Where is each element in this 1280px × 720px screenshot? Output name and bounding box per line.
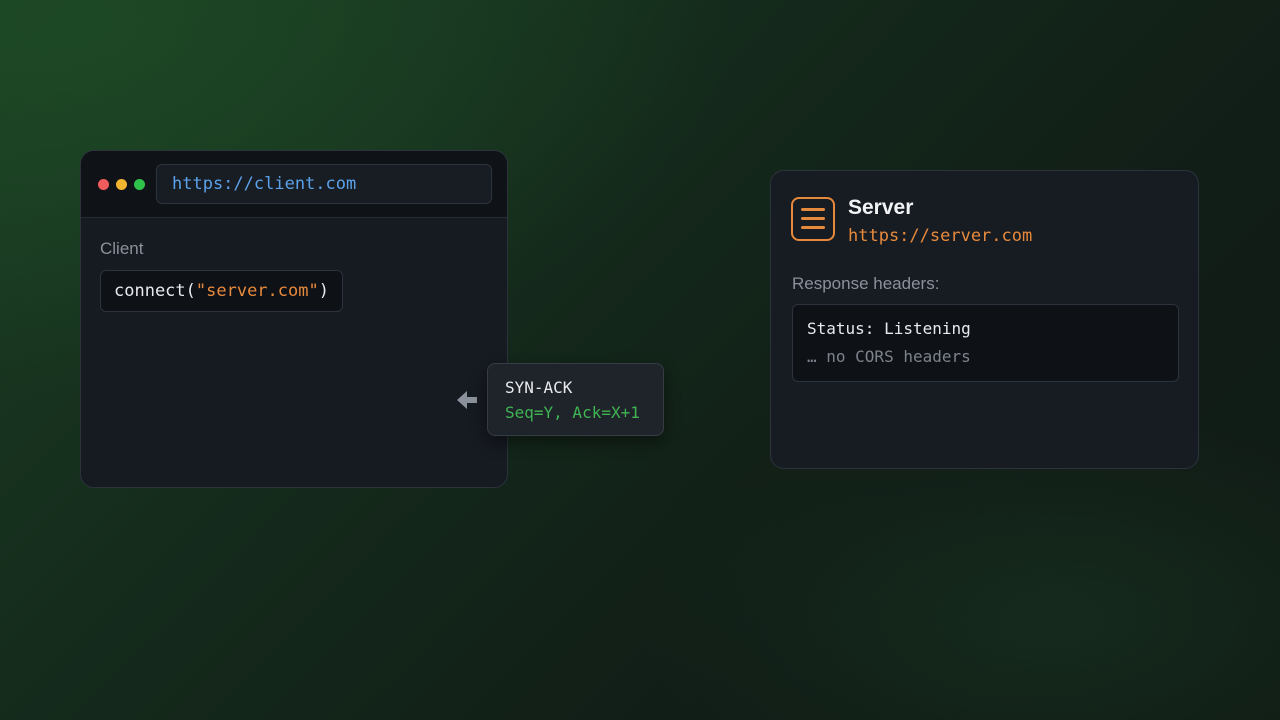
packet-syn-ack: SYN-ACK Seq=Y, Ack=X+1 (487, 363, 664, 436)
client-code: connect("server.com") (100, 270, 343, 312)
response-status: Status: Listening (807, 319, 971, 338)
response-headers-label: Response headers: (792, 274, 940, 293)
window-maximize-dot[interactable] (134, 179, 145, 190)
client-label: Client (100, 239, 144, 258)
packet-title: SYN-ACK (505, 378, 573, 397)
code-fn-open: connect( (114, 281, 196, 301)
server-card: Server https://server.com Response heade… (770, 170, 1199, 469)
window-close-dot[interactable] (98, 179, 109, 190)
code-arg: "server.com" (195, 281, 319, 301)
response-headers-box: Status: Listening … no CORS headers (792, 304, 1179, 382)
server-title: Server (848, 196, 914, 219)
client-url-bar[interactable]: https://client.com (156, 164, 492, 204)
client-window: https://client.com Client connect("serve… (80, 150, 508, 488)
packet-fields: Seq=Y, Ack=X+1 (505, 403, 640, 422)
code-fn-close: ) (318, 281, 329, 301)
client-titlebar: https://client.com (81, 151, 507, 218)
response-note: … no CORS headers (807, 347, 971, 366)
window-minimize-dot[interactable] (116, 179, 127, 190)
server-url: https://server.com (848, 226, 1033, 246)
server-icon (791, 197, 835, 241)
arrow-left-icon (457, 391, 477, 409)
